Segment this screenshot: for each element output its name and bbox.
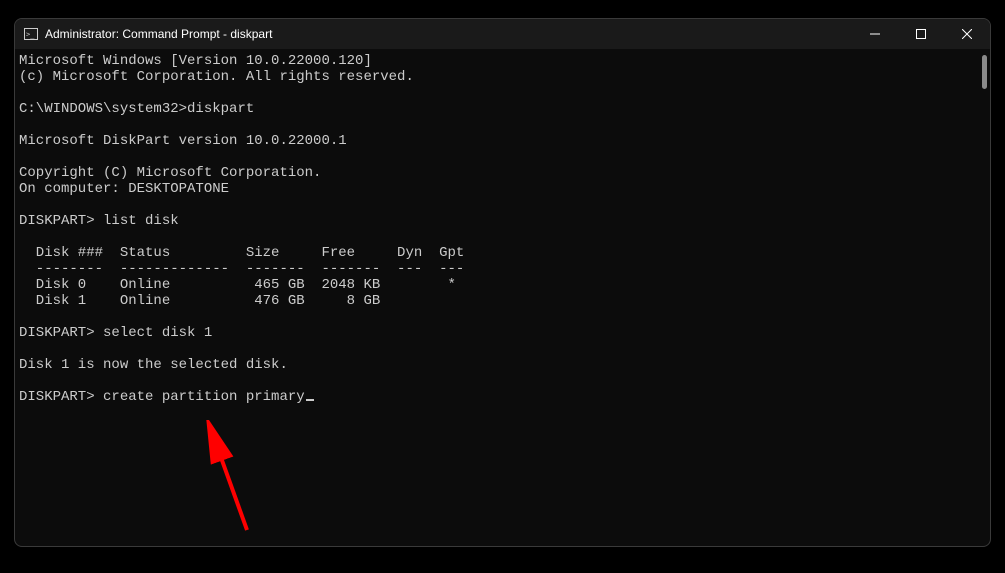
maximize-button[interactable] xyxy=(898,19,944,49)
minimize-button[interactable] xyxy=(852,19,898,49)
command-prompt-window: >_ Administrator: Command Prompt - diskp… xyxy=(14,18,991,547)
window-title: Administrator: Command Prompt - diskpart xyxy=(45,27,272,41)
line-winver: Microsoft Windows [Version 10.0.22000.12… xyxy=(19,53,372,69)
scrollbar-thumb[interactable] xyxy=(982,55,987,89)
line-copyright: (c) Microsoft Corporation. All rights re… xyxy=(19,69,414,85)
table-header: Disk ### Status Size Free Dyn Gpt xyxy=(19,245,464,261)
table-row: Disk 1 Online 476 GB 8 GB xyxy=(19,293,380,309)
table-divider: -------- ------------- ------- ------- -… xyxy=(19,261,464,277)
diskpart-prompt: DISKPART> xyxy=(19,389,103,405)
diskpart-prompt: DISKPART> xyxy=(19,325,103,341)
table-row: Disk 0 Online 465 GB 2048 KB * xyxy=(19,277,456,293)
terminal-output[interactable]: Microsoft Windows [Version 10.0.22000.12… xyxy=(15,49,990,546)
cmd-icon: >_ xyxy=(23,26,39,42)
prompt-cmd-diskpart: diskpart xyxy=(187,101,254,117)
window-controls xyxy=(852,19,990,49)
close-button[interactable] xyxy=(944,19,990,49)
titlebar[interactable]: >_ Administrator: Command Prompt - diskp… xyxy=(15,19,990,49)
cursor xyxy=(306,399,314,401)
computer-line: On computer: DESKTOPATONE xyxy=(19,181,229,197)
svg-text:>_: >_ xyxy=(26,31,35,39)
selected-msg: Disk 1 is now the selected disk. xyxy=(19,357,288,373)
prompt-path: C:\WINDOWS\system32> xyxy=(19,101,187,117)
cmd-select-disk: select disk 1 xyxy=(103,325,212,341)
cmd-create-partition: create partition primary xyxy=(103,389,305,405)
cmd-list-disk: list disk xyxy=(103,213,179,229)
diskpart-prompt: DISKPART> xyxy=(19,213,103,229)
diskpart-copyright: Copyright (C) Microsoft Corporation. xyxy=(19,165,321,181)
diskpart-version: Microsoft DiskPart version 10.0.22000.1 xyxy=(19,133,347,149)
